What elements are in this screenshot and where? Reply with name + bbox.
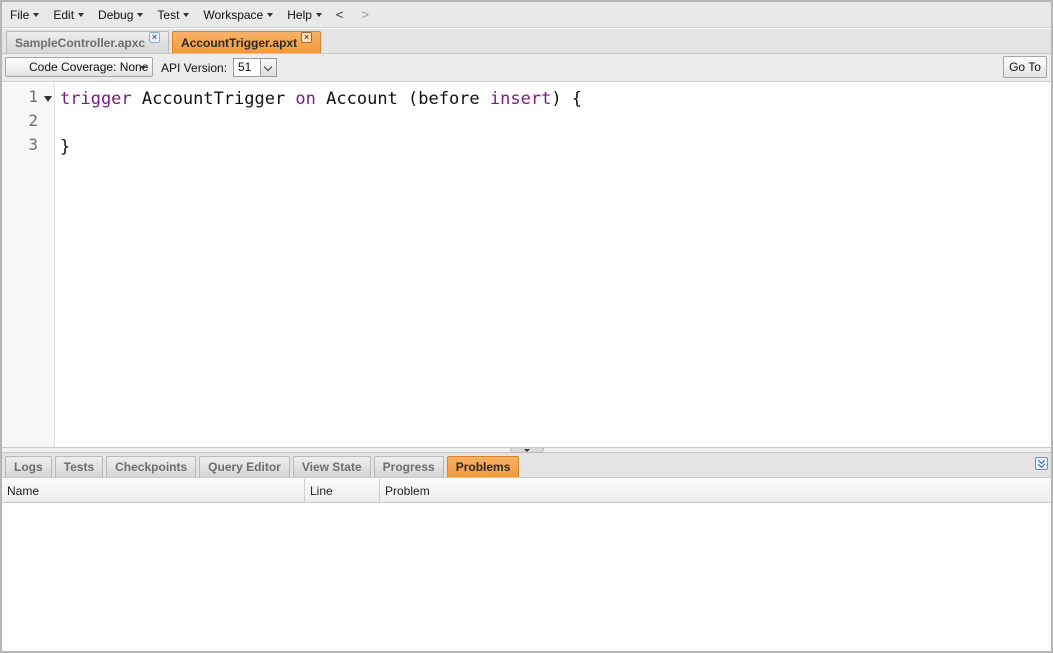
code-keyword: insert bbox=[489, 89, 552, 109]
code-line[interactable]: trigger AccountTrigger on Account (befor… bbox=[60, 87, 582, 111]
tab-progress[interactable]: Progress bbox=[373, 456, 444, 477]
menu-label: Help bbox=[287, 7, 312, 22]
chevron-down-icon bbox=[260, 59, 276, 76]
menu-workspace[interactable]: Workspace bbox=[203, 7, 274, 22]
menu-bar: File Edit Debug Test Workspace Help < > bbox=[2, 2, 1051, 28]
code-editor[interactable]: 1 2 3 trigger AccountTrigger on Account … bbox=[2, 83, 1051, 447]
code-keyword: trigger bbox=[60, 89, 132, 109]
caret-down-icon bbox=[78, 12, 85, 17]
line-number-gutter: 1 2 3 bbox=[2, 83, 55, 447]
problems-table-body bbox=[2, 503, 1051, 651]
code-keyword: on bbox=[295, 89, 316, 109]
api-version-select[interactable]: 51 bbox=[233, 58, 277, 77]
column-header-name[interactable]: Name bbox=[2, 479, 305, 502]
caret-down-icon bbox=[183, 12, 190, 17]
menu-label: Test bbox=[157, 7, 180, 22]
caret-down-icon bbox=[315, 12, 322, 17]
line-number: 3 bbox=[28, 135, 38, 154]
menu-label: File bbox=[10, 7, 30, 22]
menu-edit[interactable]: Edit bbox=[53, 7, 85, 22]
code-token: Account (before bbox=[315, 89, 490, 109]
tab-logs[interactable]: Logs bbox=[5, 456, 52, 477]
menu-test[interactable]: Test bbox=[157, 7, 190, 22]
menu-label: Workspace bbox=[203, 7, 264, 22]
api-version-label: API Version: bbox=[161, 61, 228, 75]
code-token: ) { bbox=[551, 89, 583, 109]
menu-label: Debug bbox=[98, 7, 134, 22]
column-header-problem[interactable]: Problem bbox=[380, 479, 1051, 502]
file-tab-bar: SampleController.apxc × AccountTrigger.a… bbox=[2, 29, 1051, 54]
go-to-button[interactable]: Go To bbox=[1003, 56, 1047, 78]
menu-label: Edit bbox=[53, 7, 75, 22]
caret-down-icon bbox=[33, 12, 40, 17]
developer-console-window: File Edit Debug Test Workspace Help < > … bbox=[0, 0, 1053, 653]
code-line[interactable]: } bbox=[60, 135, 70, 159]
tab-checkpoints[interactable]: Checkpoints bbox=[106, 456, 197, 477]
caret-down-icon bbox=[140, 66, 146, 70]
file-tab-samplecontroller[interactable]: SampleController.apxc × bbox=[6, 31, 170, 53]
line-number: 1 bbox=[28, 87, 38, 106]
column-header-line[interactable]: Line bbox=[305, 479, 380, 502]
menu-debug[interactable]: Debug bbox=[98, 7, 144, 22]
menu-file[interactable]: File bbox=[10, 7, 40, 22]
tab-tests[interactable]: Tests bbox=[54, 456, 104, 477]
file-tab-label: AccountTrigger.apxt bbox=[181, 35, 298, 50]
code-coverage-dropdown[interactable]: Code Coverage: None bbox=[5, 57, 153, 77]
back-arrow-button[interactable]: < bbox=[336, 7, 344, 22]
file-tab-label: SampleController.apxc bbox=[15, 35, 146, 50]
tab-query-editor[interactable]: Query Editor bbox=[199, 456, 290, 477]
menu-help[interactable]: Help bbox=[287, 8, 322, 22]
bottom-panel-tabs: Logs Tests Checkpoints Query Editor View… bbox=[2, 453, 1051, 478]
fold-arrow-icon[interactable] bbox=[44, 96, 52, 102]
tab-view-state[interactable]: View State bbox=[292, 456, 371, 477]
tab-problems[interactable]: Problems bbox=[446, 456, 520, 477]
close-icon[interactable]: × bbox=[301, 32, 313, 43]
forward-arrow-button[interactable]: > bbox=[362, 7, 370, 22]
collapse-panel-icon[interactable] bbox=[1035, 457, 1048, 470]
api-version-value: 51 bbox=[238, 60, 252, 74]
close-icon[interactable]: × bbox=[149, 32, 161, 43]
file-tab-accounttrigger[interactable]: AccountTrigger.apxt × bbox=[172, 31, 322, 53]
code-coverage-label: Code Coverage: None bbox=[29, 60, 149, 74]
caret-down-icon bbox=[267, 12, 274, 17]
editor-toolbar: Code Coverage: None API Version: 51 Go T… bbox=[2, 54, 1051, 82]
problems-table-header: Name Line Problem bbox=[2, 479, 1051, 503]
code-token: AccountTrigger bbox=[131, 89, 296, 109]
code-token: } bbox=[60, 137, 71, 157]
caret-down-icon bbox=[137, 12, 144, 17]
line-number: 2 bbox=[28, 111, 38, 130]
